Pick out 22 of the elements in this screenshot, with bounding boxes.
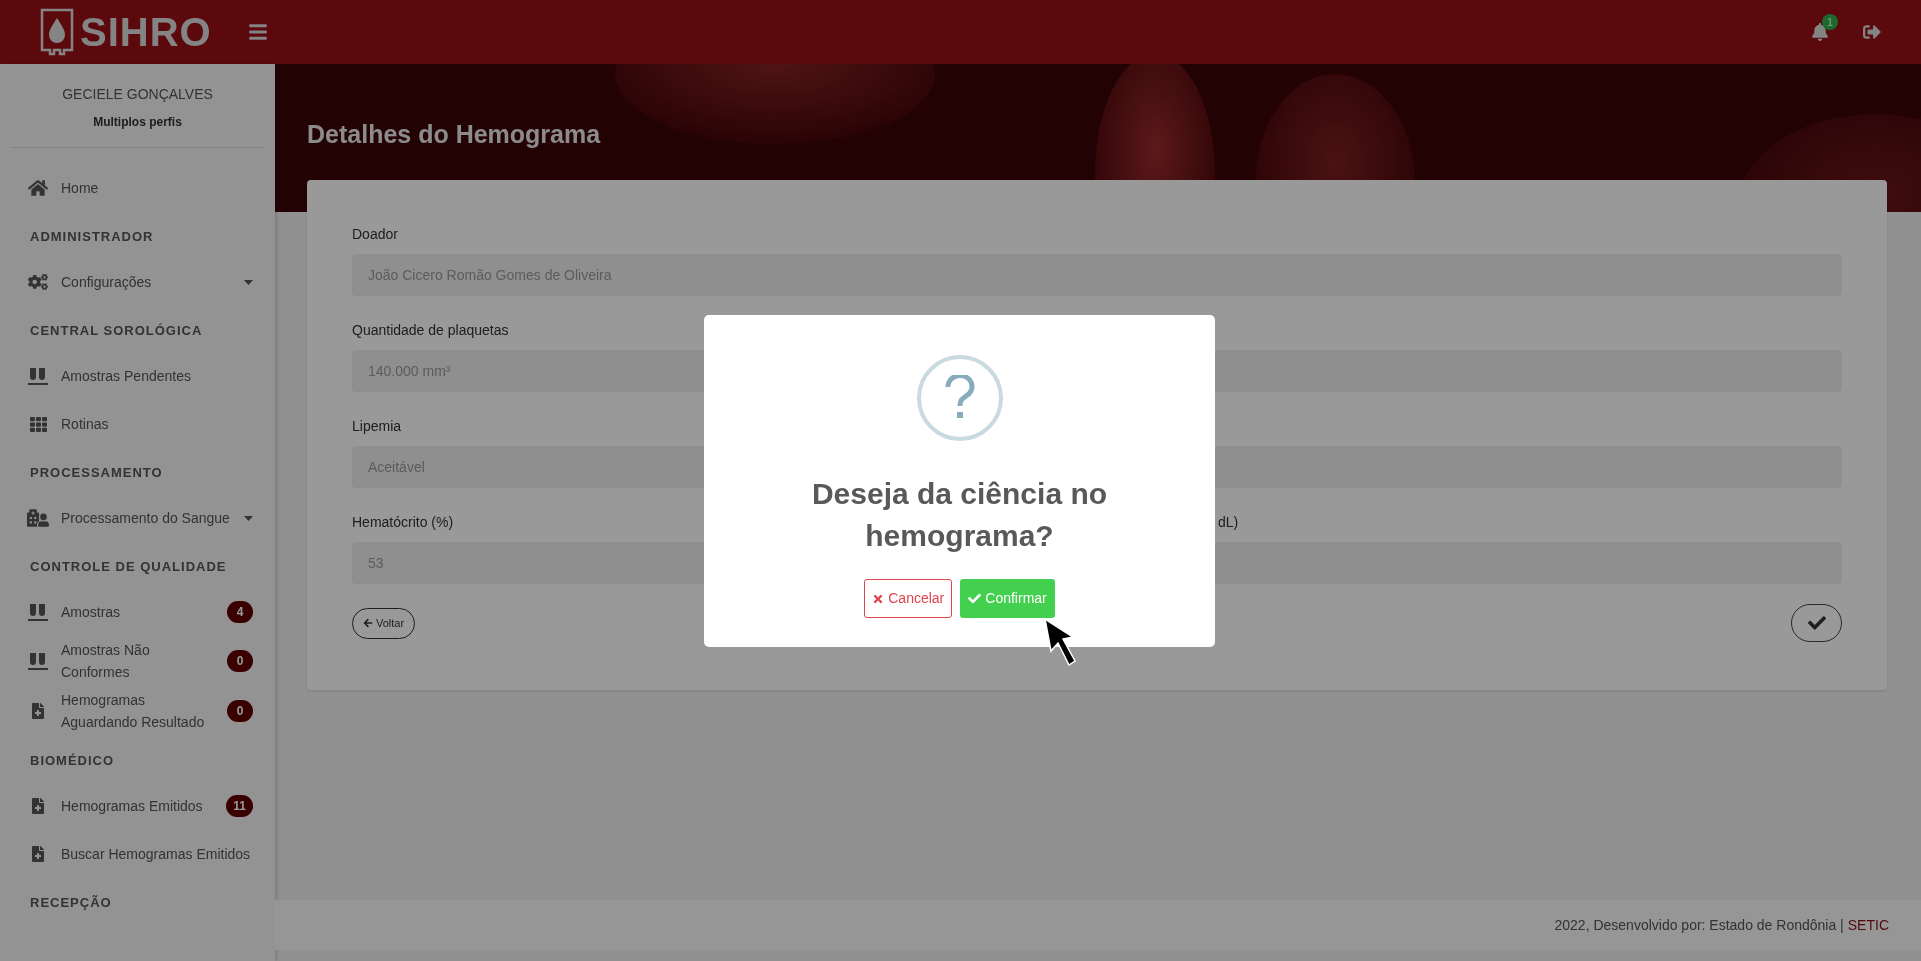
field-label: Hematócrito (%) xyxy=(352,513,454,532)
logo-text: SIHRO xyxy=(80,12,212,52)
field-label: dL) xyxy=(1218,513,1239,532)
user-name: GECIELE GONÇALVES xyxy=(62,85,213,104)
section-heading: CONTROLE DE QUALIDADE xyxy=(30,559,227,574)
page-title: Detalhes do Hemograma xyxy=(307,119,602,150)
count-badge: 0 xyxy=(227,650,253,672)
dialog-title: Deseja da ciência no hemograma? xyxy=(810,476,1109,554)
user-profile: Multiplos perfis xyxy=(93,114,182,131)
section-heading: RECEPÇÃO xyxy=(30,895,112,910)
notification-badge: 1 xyxy=(1822,14,1838,30)
count-badge: 11 xyxy=(226,795,253,817)
field-label: Lipemia xyxy=(352,417,402,436)
section-heading: CENTRAL SOROLÓGICA xyxy=(30,323,203,338)
field-label: Quantidade de plaquetas xyxy=(352,321,509,340)
count-badge: 0 xyxy=(227,700,253,722)
section-heading: ADMINISTRADOR xyxy=(30,229,154,244)
count-badge: 4 xyxy=(227,601,253,623)
section-heading: PROCESSAMENTO xyxy=(30,465,163,480)
section-heading: BIOMÉDICO xyxy=(30,753,115,768)
field-label: Doador xyxy=(352,225,398,244)
footer-text: 2022, Desenvolvido por: Estado de Rondônia | xyxy=(1554,915,1844,935)
